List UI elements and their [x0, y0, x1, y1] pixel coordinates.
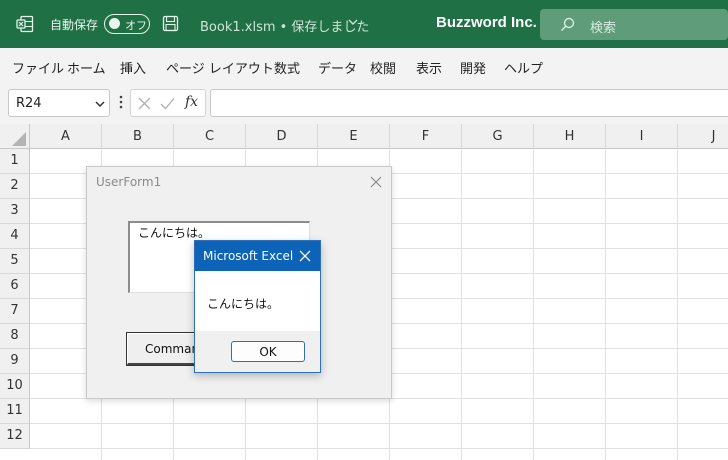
- column-header[interactable]: H: [534, 124, 606, 149]
- row-header[interactable]: 5: [0, 249, 30, 274]
- column-header[interactable]: F: [390, 124, 462, 149]
- column-header[interactable]: G: [462, 124, 534, 149]
- row-header[interactable]: 11: [0, 399, 30, 424]
- close-icon[interactable]: [299, 250, 311, 262]
- row-header[interactable]: 9: [0, 349, 30, 374]
- ok-button-label: OK: [259, 345, 277, 359]
- row-header[interactable]: 4: [0, 224, 30, 249]
- row-header[interactable]: 7: [0, 299, 30, 324]
- name-box[interactable]: R24: [8, 89, 110, 117]
- search-placeholder: 検索: [590, 21, 617, 36]
- chevron-down-icon[interactable]: [95, 99, 105, 109]
- row-header[interactable]: 6: [0, 274, 30, 299]
- tab-insert[interactable]: 挿入: [120, 58, 146, 77]
- userform-title: UserForm1: [96, 175, 162, 189]
- message-box-title: Microsoft Excel: [203, 249, 294, 263]
- more-vertical-icon[interactable]: [119, 94, 123, 110]
- message-text: こんにちは。: [207, 297, 280, 311]
- tab-review[interactable]: 校閲: [370, 58, 396, 77]
- autosave-label: 自動保存: [50, 18, 99, 32]
- column-header[interactable]: I: [606, 124, 678, 149]
- column-header[interactable]: A: [30, 124, 102, 149]
- row-header[interactable]: 1: [0, 149, 30, 174]
- row-header[interactable]: 12: [0, 424, 30, 449]
- textbox-value: こんにちは。: [138, 226, 211, 240]
- name-box-value: R24: [16, 96, 42, 111]
- tab-data[interactable]: データ: [318, 58, 357, 77]
- document-name[interactable]: Book1.xlsm • 保存しました: [200, 16, 369, 35]
- column-header[interactable]: D: [246, 124, 318, 149]
- ok-button[interactable]: OK: [231, 341, 305, 362]
- toggle-knob: [109, 18, 120, 29]
- column-header[interactable]: E: [318, 124, 390, 149]
- row-header[interactable]: 10: [0, 374, 30, 399]
- close-icon[interactable]: [369, 175, 383, 189]
- autosave-toggle[interactable]: オフ: [104, 14, 150, 34]
- search-icon: [560, 17, 575, 32]
- message-box: Microsoft Excel こんにちは。 OK: [194, 240, 321, 373]
- column-header[interactable]: B: [102, 124, 174, 149]
- message-box-titlebar[interactable]: Microsoft Excel: [195, 241, 320, 271]
- company-name: Buzzword Inc.: [436, 14, 537, 31]
- column-headers: A B C D E F G H I J: [0, 124, 728, 149]
- select-all-button[interactable]: [0, 124, 30, 149]
- save-icon[interactable]: [162, 15, 179, 32]
- tab-formulas[interactable]: 数式: [274, 58, 300, 77]
- column-header[interactable]: J: [678, 124, 728, 149]
- check-icon[interactable]: [160, 97, 175, 110]
- ribbon-tabs: ファイル ホーム 挿入 ページ レイアウト 数式 データ 校閲 表示 開発 ヘル…: [0, 48, 728, 84]
- formula-buttons: fx: [130, 89, 206, 117]
- row-header[interactable]: 3: [0, 199, 30, 224]
- row-header[interactable]: 2: [0, 174, 30, 199]
- row-header[interactable]: 8: [0, 324, 30, 349]
- excel-app-icon: [16, 15, 34, 33]
- search-input[interactable]: 検索: [540, 9, 728, 40]
- cancel-icon[interactable]: [138, 97, 151, 110]
- column-header[interactable]: C: [174, 124, 246, 149]
- message-box-footer: OK: [195, 331, 320, 372]
- insert-function-button[interactable]: fx: [185, 94, 198, 110]
- userform-titlebar[interactable]: UserForm1: [87, 167, 391, 198]
- title-bar: 自動保存 オフ Book1.xlsm • 保存しました Buzzword Inc…: [0, 0, 728, 48]
- autosave-state: オフ: [125, 19, 147, 32]
- tab-developer[interactable]: 開発: [460, 58, 486, 77]
- chevron-down-icon[interactable]: [348, 17, 358, 27]
- tab-help[interactable]: ヘルプ: [504, 58, 543, 77]
- tab-page-layout[interactable]: ページ レイアウト: [166, 58, 274, 77]
- tab-file[interactable]: ファイル: [12, 58, 64, 77]
- tab-view[interactable]: 表示: [416, 58, 442, 77]
- tab-home[interactable]: ホーム: [67, 58, 106, 77]
- formula-input[interactable]: [210, 89, 728, 117]
- formula-bar: R24 fx: [0, 84, 728, 124]
- select-all-triangle-icon: [12, 132, 26, 146]
